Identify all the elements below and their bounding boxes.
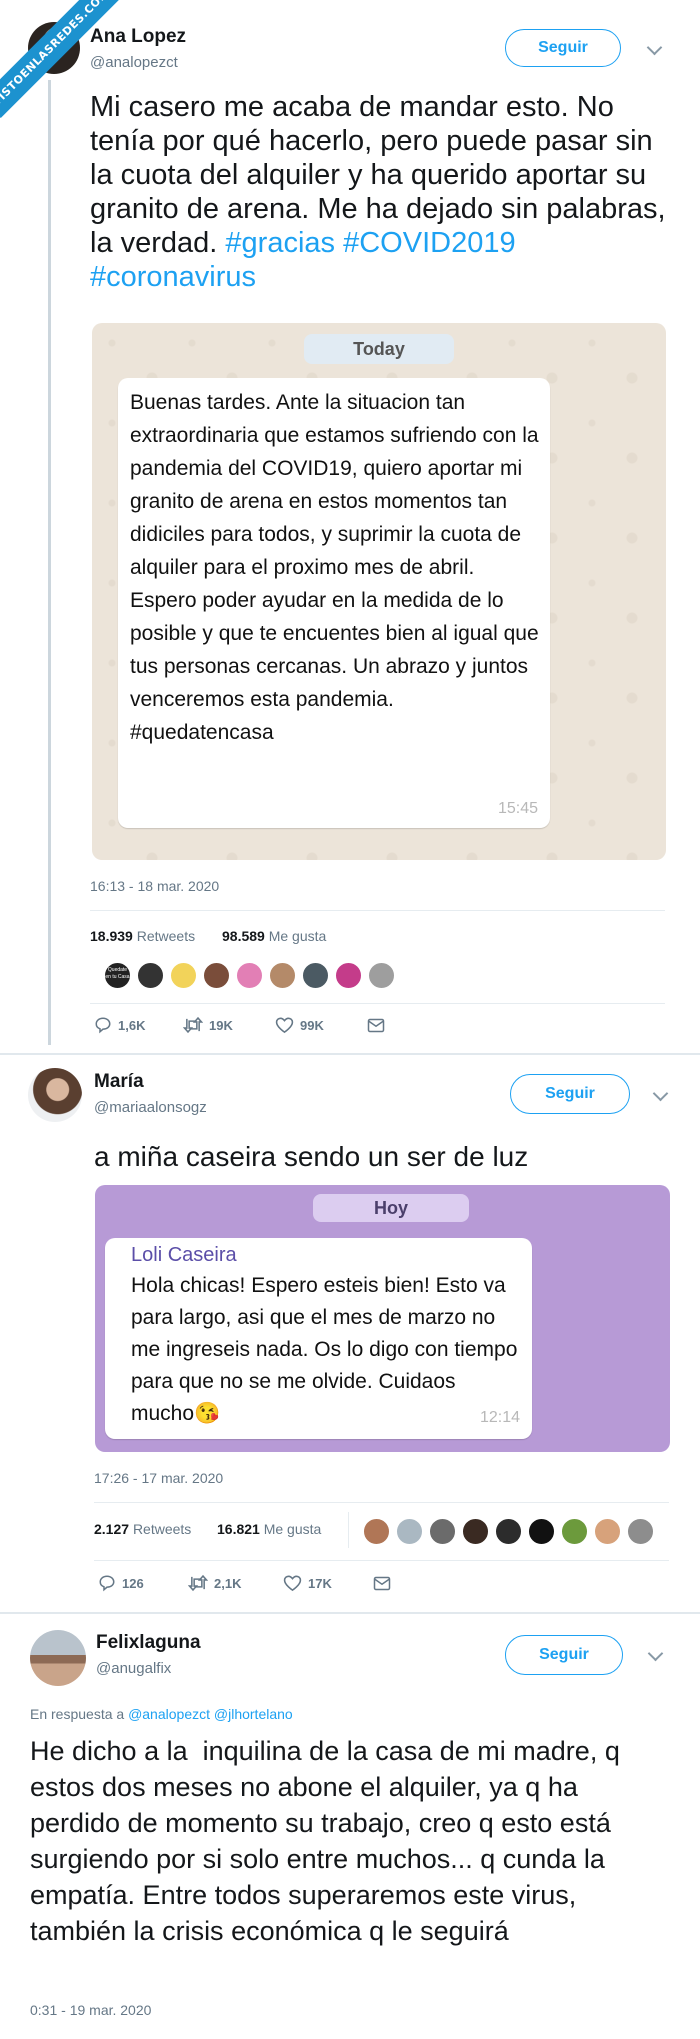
retweet-label: Retweets xyxy=(132,1521,192,1537)
retweet-action-count: 19K xyxy=(209,1017,233,1033)
author-name[interactable]: María xyxy=(94,1071,144,1093)
like-action-count: 17K xyxy=(308,1575,332,1591)
avatar[interactable] xyxy=(28,1068,82,1122)
stats-separator xyxy=(348,1512,349,1548)
hashtag-link[interactable]: #COVID2019 xyxy=(343,227,516,259)
follow-button[interactable]: Seguir xyxy=(505,1635,623,1675)
hashtag-link[interactable]: #gracias xyxy=(225,227,335,259)
author-handle[interactable]: @analopezct xyxy=(90,54,178,71)
retweet-icon xyxy=(188,1574,208,1592)
heart-icon xyxy=(283,1575,302,1592)
message-bubble: Buenas tardes. Ante la situacion tan ext… xyxy=(118,378,550,828)
liker-avatar[interactable] xyxy=(362,1517,391,1546)
chevron-down-icon[interactable] xyxy=(646,39,663,56)
author-handle[interactable]: @anugalfix xyxy=(96,1660,171,1677)
thread-line xyxy=(48,80,51,1045)
avatar[interactable] xyxy=(30,1630,86,1686)
tweet-timestamp[interactable]: 16:13 - 18 mar. 2020 xyxy=(90,878,219,894)
liker-avatar[interactable] xyxy=(494,1517,523,1546)
reply-prefix: En respuesta a xyxy=(30,1706,125,1722)
retweet-action[interactable]: 19K xyxy=(183,1016,233,1034)
message-text: Buenas tardes. Ante la situacion tan ext… xyxy=(130,391,539,744)
section-divider xyxy=(0,1053,700,1055)
liker-avatar[interactable] xyxy=(461,1517,490,1546)
attached-image[interactable]: Today Buenas tardes. Ante la situacion t… xyxy=(92,323,666,860)
liker-avatar[interactable] xyxy=(268,961,297,990)
section-divider xyxy=(0,1612,700,1614)
liker-avatar[interactable]: Quedate en tu Casa xyxy=(103,961,132,990)
mail-icon xyxy=(367,1018,385,1033)
reply-action[interactable]: 126 xyxy=(98,1574,144,1592)
follow-button[interactable]: Seguir xyxy=(505,29,621,67)
retweet-stat[interactable]: 18.939 Retweets xyxy=(90,928,195,944)
author-name[interactable]: Ana Lopez xyxy=(90,26,186,48)
liker-avatar[interactable] xyxy=(136,961,165,990)
retweet-count: 18.939 xyxy=(90,928,133,944)
reply-count: 1,6K xyxy=(118,1017,146,1033)
message-text: Hola chicas! Espero esteis bien! Esto va… xyxy=(131,1274,518,1425)
chevron-down-icon[interactable] xyxy=(647,1645,664,1662)
hashtag-link[interactable]: #coronavirus xyxy=(90,261,256,293)
liker-avatar[interactable] xyxy=(235,961,264,990)
date-pill: Today xyxy=(304,334,454,364)
retweet-label: Retweets xyxy=(136,928,196,944)
dm-action[interactable] xyxy=(367,1018,385,1033)
liker-avatar[interactable] xyxy=(428,1517,457,1546)
message-bubble: Loli Caseira Hola chicas! Espero esteis … xyxy=(105,1238,532,1439)
attached-image[interactable]: Hoy Loli Caseira Hola chicas! Espero est… xyxy=(95,1185,670,1452)
reply-action[interactable]: 1,6K xyxy=(94,1016,145,1034)
retweet-stat[interactable]: 2.127 Retweets xyxy=(94,1521,191,1537)
dm-action[interactable] xyxy=(373,1576,391,1591)
author-name[interactable]: Felixlaguna xyxy=(96,1632,201,1654)
reply-count: 126 xyxy=(122,1575,144,1591)
reply-context: En respuesta a @analopezct @jlhortelano xyxy=(30,1706,293,1722)
mail-icon xyxy=(373,1576,391,1591)
tweet-text: a miña caseira sendo un ser de luz xyxy=(94,1141,529,1172)
like-stat[interactable]: 98.589 Me gusta xyxy=(222,928,326,944)
follow-button[interactable]: Seguir xyxy=(510,1074,630,1114)
tweet-timestamp[interactable]: 17:26 - 17 mar. 2020 xyxy=(94,1470,223,1486)
like-action-count: 99K xyxy=(300,1017,324,1033)
liker-avatar[interactable] xyxy=(593,1517,622,1546)
like-label: Me gusta xyxy=(268,928,327,944)
tweet-text: He dicho a la inquilina de la casa de mi… xyxy=(30,1736,628,1946)
liker-avatar[interactable] xyxy=(560,1517,589,1546)
author-handle[interactable]: @mariaalonsogz xyxy=(94,1099,207,1116)
like-count: 16.821 xyxy=(217,1521,260,1537)
retweet-icon xyxy=(183,1016,203,1034)
liker-avatar[interactable] xyxy=(202,961,231,990)
date-pill: Hoy xyxy=(313,1194,469,1222)
liker-avatar[interactable] xyxy=(527,1517,556,1546)
liker-avatar[interactable] xyxy=(334,961,363,990)
like-stat[interactable]: 16.821 Me gusta xyxy=(217,1521,321,1537)
reply-icon xyxy=(95,1017,111,1034)
liker-avatar[interactable] xyxy=(367,961,396,990)
liker-avatar[interactable] xyxy=(626,1517,655,1546)
reply-icon xyxy=(99,1575,115,1592)
liker-avatar[interactable] xyxy=(395,1517,424,1546)
heart-icon xyxy=(275,1017,294,1034)
tweet-timestamp[interactable]: 0:31 - 19 mar. 2020 xyxy=(30,2002,151,2018)
divider xyxy=(94,1560,669,1561)
retweet-action[interactable]: 2,1K xyxy=(188,1574,241,1592)
liker-avatar[interactable] xyxy=(169,961,198,990)
like-action[interactable]: 17K xyxy=(283,1574,332,1592)
like-action[interactable]: 99K xyxy=(275,1016,324,1034)
message-time: 15:45 xyxy=(497,800,538,817)
tweet-text: Mi casero me acaba de mandar esto. No te… xyxy=(90,90,670,294)
divider xyxy=(94,1502,669,1503)
like-label: Me gusta xyxy=(263,1521,322,1537)
retweet-action-count: 2,1K xyxy=(214,1575,242,1591)
retweet-count: 2.127 xyxy=(94,1521,130,1537)
like-count: 98.589 xyxy=(222,928,265,944)
divider xyxy=(90,1003,665,1004)
chevron-down-icon[interactable] xyxy=(652,1085,669,1102)
sender-name: Loli Caseira xyxy=(131,1244,237,1266)
message-time: 12:14 xyxy=(479,1409,520,1426)
mention-link[interactable]: @jlhortelano xyxy=(214,1706,293,1722)
mention-link[interactable]: @analopezct xyxy=(128,1706,210,1722)
divider xyxy=(90,910,665,911)
liker-avatar-label: Quedate en tu Casa xyxy=(105,967,130,980)
liker-avatar[interactable] xyxy=(301,961,330,990)
